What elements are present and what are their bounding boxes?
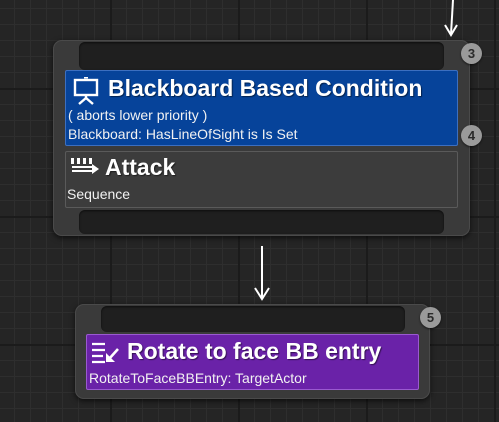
decorator-title: Blackboard Based Condition bbox=[108, 75, 423, 101]
blackboard-icon bbox=[73, 77, 99, 105]
connection-wire bbox=[254, 246, 270, 301]
decorator-blackboard-condition[interactable]: Blackboard Based Condition ( aborts lowe… bbox=[65, 70, 458, 146]
task-index-badge: 5 bbox=[420, 307, 441, 328]
task-title: Rotate to face BB entry bbox=[127, 338, 382, 364]
decorator-index-badge: 4 bbox=[461, 125, 482, 146]
task-description: RotateToFaceBBEntry: TargetActor bbox=[89, 370, 307, 386]
decorator-description: Blackboard: HasLineOfSight is Is Set bbox=[68, 126, 298, 142]
incoming-wire bbox=[444, 0, 458, 37]
task-node[interactable]: Rotate to face BB entry RotateToFaceBBEn… bbox=[75, 304, 430, 399]
task-rotate-to-face[interactable]: Rotate to face BB entry RotateToFaceBBEn… bbox=[86, 334, 419, 390]
decorator-abort-mode: ( aborts lower priority ) bbox=[68, 107, 208, 123]
task-input-pin[interactable] bbox=[101, 306, 405, 332]
sequence-icon bbox=[71, 158, 99, 174]
execution-index-badge: 3 bbox=[461, 43, 482, 64]
composite-node[interactable]: Blackboard Based Condition ( aborts lowe… bbox=[53, 40, 470, 236]
output-pin[interactable] bbox=[79, 210, 444, 234]
composite-title: Attack bbox=[105, 154, 176, 180]
input-pin[interactable] bbox=[79, 42, 444, 70]
composite-attack-sequence[interactable]: Attack Sequence bbox=[65, 151, 458, 208]
composite-type: Sequence bbox=[67, 186, 131, 202]
rotate-task-icon bbox=[92, 342, 119, 364]
